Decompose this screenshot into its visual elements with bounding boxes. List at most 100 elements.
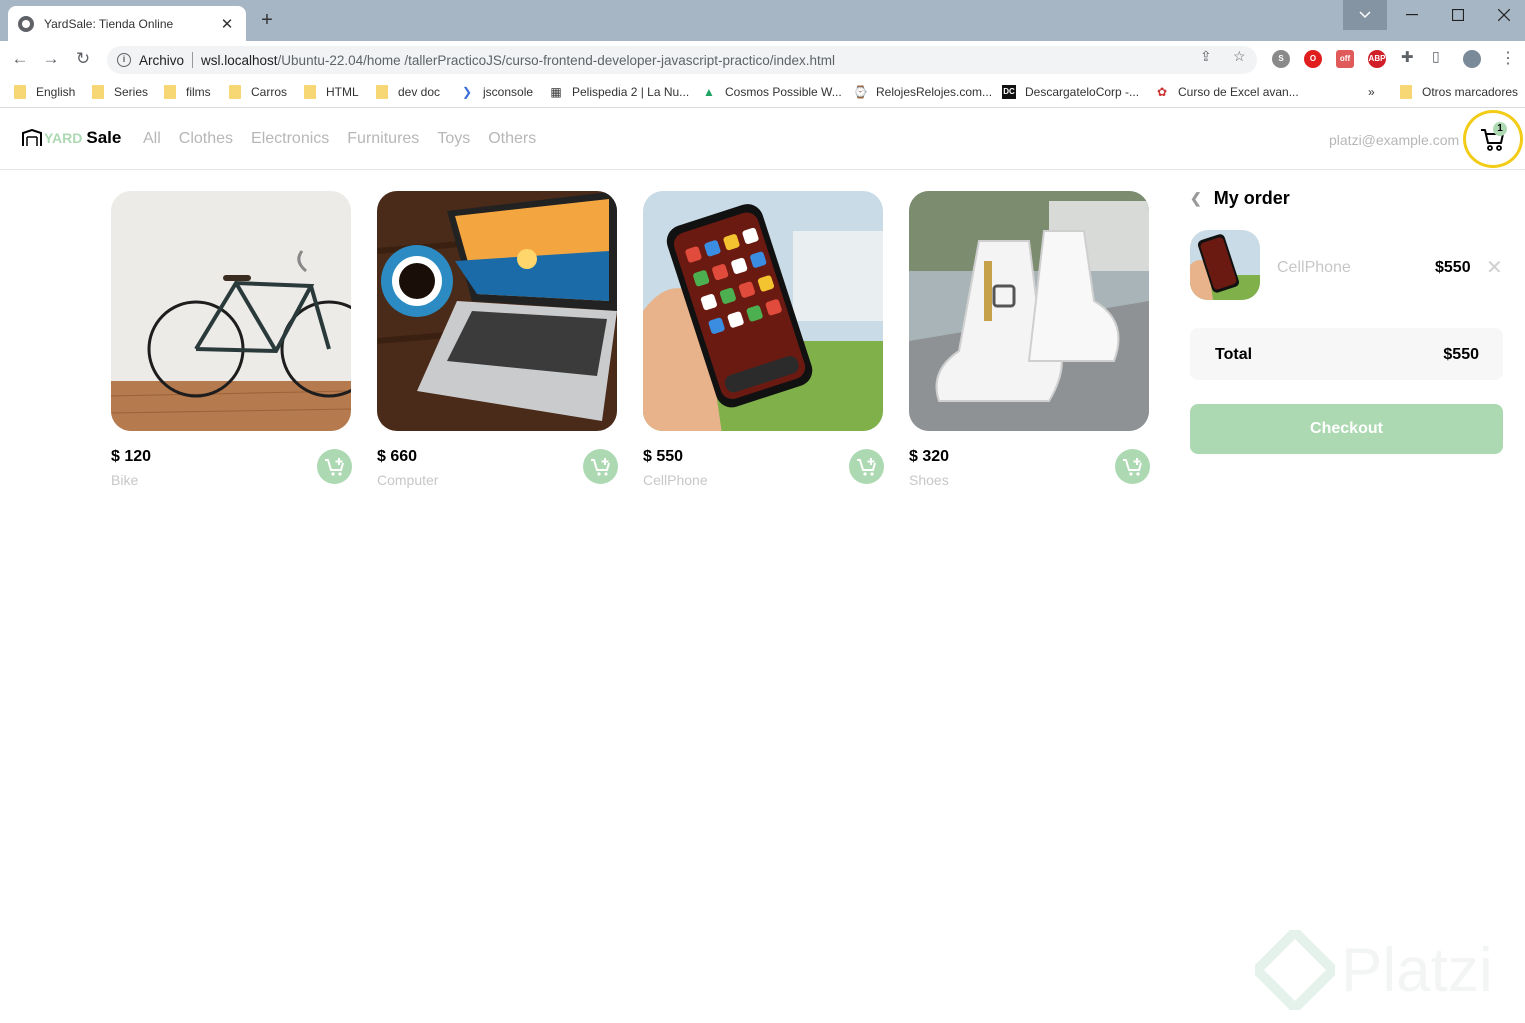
watch-icon: ⌚ xyxy=(853,85,868,99)
my-order-header: ❮ My order xyxy=(1190,188,1503,209)
add-to-cart-icon xyxy=(591,458,610,476)
bookmark-item[interactable]: dev doc xyxy=(376,83,440,101)
maximize-button[interactable] xyxy=(1435,0,1481,30)
bookmark-label: RelojesRelojes.com... xyxy=(876,85,993,99)
chevron-left-icon[interactable]: ❮ xyxy=(1190,190,1202,207)
address-bar[interactable]: i Archivo wsl.localhost /Ubuntu-22.04/ho… xyxy=(107,46,1257,74)
platzi-watermark: Platzi xyxy=(1255,930,1493,1010)
nav-link-electronics[interactable]: Electronics xyxy=(251,130,329,148)
folder-icon xyxy=(14,85,26,99)
product-name: Shoes xyxy=(909,472,949,488)
bookmark-item[interactable]: ❯ jsconsole xyxy=(460,83,533,101)
minimize-button[interactable] xyxy=(1389,0,1435,30)
nav-link-clothes[interactable]: Clothes xyxy=(179,130,233,148)
product-price: $ 660 xyxy=(377,448,418,465)
bookmark-item[interactable]: English xyxy=(14,83,75,101)
product-price: $ 550 xyxy=(643,448,684,465)
folder-icon xyxy=(164,85,176,99)
other-bookmarks[interactable]: Otros marcadores xyxy=(1400,83,1518,101)
extensions-puzzle-icon[interactable]: ✚ xyxy=(1401,48,1414,66)
product-image-computer[interactable] xyxy=(377,191,617,431)
product-image-shoes[interactable] xyxy=(909,191,1149,431)
forward-arrow-icon[interactable]: → xyxy=(41,49,61,69)
logo-sale: Sale xyxy=(86,128,122,147)
extension-abp-icon[interactable]: ABP xyxy=(1368,50,1386,68)
product-card: $ 660 Computer xyxy=(377,191,618,488)
url-path: /Ubuntu-22.04/home /tallerPracticoJS/cur… xyxy=(277,52,836,68)
extension-flag-icon[interactable]: off xyxy=(1336,50,1354,68)
order-item-thumbnail xyxy=(1190,230,1260,300)
bookmark-item[interactable]: ▦ Pelispedia 2 | La Nu... xyxy=(549,83,689,101)
tab-title: YardSale: Tienda Online xyxy=(44,16,174,31)
bookmark-item[interactable]: HTML xyxy=(304,83,359,101)
folder-icon xyxy=(376,85,388,99)
cart-button[interactable]: 1 xyxy=(1463,110,1523,168)
checkout-button[interactable]: Checkout xyxy=(1190,404,1503,454)
tab-close-icon[interactable]: ✕ xyxy=(218,15,236,33)
product-image-bike[interactable] xyxy=(111,191,351,431)
url-scheme: Archivo xyxy=(139,52,185,68)
share-icon[interactable]: ⇪ xyxy=(1200,48,1212,65)
bookmark-label: HTML xyxy=(326,85,359,99)
browser-toolbar: ← → ↻ i Archivo wsl.localhost /Ubuntu-22… xyxy=(0,41,1525,77)
add-to-cart-button[interactable] xyxy=(849,449,884,484)
nav-link-furnitures[interactable]: Furnitures xyxy=(347,130,419,148)
chevron-icon: ❯ xyxy=(461,85,473,99)
order-total: Total $550 xyxy=(1190,328,1503,380)
new-tab-button[interactable]: + xyxy=(257,10,277,30)
product-card: $ 120 Bike xyxy=(111,191,352,488)
watermark-text: Platzi xyxy=(1341,935,1493,1005)
nav-link-toys[interactable]: Toys xyxy=(437,130,470,148)
bookmarks-overflow-button[interactable]: » xyxy=(1368,83,1375,101)
bookmark-item[interactable]: ▲ Cosmos Possible W... xyxy=(702,83,842,101)
reload-icon[interactable]: ↻ xyxy=(73,49,93,69)
bookmark-label: dev doc xyxy=(398,85,441,99)
bookmark-item[interactable]: Series xyxy=(92,83,148,101)
order-item: CellPhone $550 ✕ xyxy=(1190,230,1503,300)
bookmark-label: films xyxy=(186,85,211,99)
bookmark-label: Series xyxy=(114,85,149,99)
product-card: $ 320 Shoes xyxy=(909,191,1150,488)
close-window-button[interactable] xyxy=(1481,0,1525,30)
site-navbar: YARD Sale All Clothes Electronics Furnit… xyxy=(0,108,1525,170)
bookmark-label: Carros xyxy=(251,85,288,99)
bookmark-item[interactable]: films xyxy=(164,83,211,101)
user-email[interactable]: platzi@example.com xyxy=(1329,132,1463,148)
side-panel-icon[interactable]: ▯ xyxy=(1432,48,1440,65)
bookmark-item[interactable]: ⌚ RelojesRelojes.com... xyxy=(853,83,992,101)
nav-link-all[interactable]: All xyxy=(143,130,161,148)
nav-link-others[interactable]: Others xyxy=(488,130,536,148)
bookmark-item[interactable]: ✿ Curso de Excel avan... xyxy=(1155,83,1299,101)
extension-opera-icon[interactable]: O xyxy=(1304,50,1322,68)
bookmark-item[interactable]: DC DescargateloCorp -... xyxy=(1002,83,1139,101)
extension-s-icon[interactable]: S xyxy=(1272,50,1290,68)
logo[interactable]: YARD Sale xyxy=(22,128,121,148)
product-name: CellPhone xyxy=(643,472,708,488)
folder-icon xyxy=(92,85,104,99)
remove-item-icon[interactable]: ✕ xyxy=(1486,255,1503,280)
my-order-title: My order xyxy=(1213,188,1290,208)
page: YARD Sale All Clothes Electronics Furnit… xyxy=(0,108,1525,1023)
category-nav: All Clothes Electronics Furnitures Toys … xyxy=(143,130,554,148)
menu-kebab-icon[interactable]: ⋮ xyxy=(1500,48,1516,68)
add-to-cart-button[interactable] xyxy=(317,449,352,484)
add-to-cart-icon xyxy=(1123,458,1142,476)
bookmark-label: Cosmos Possible W... xyxy=(725,85,842,99)
tab-search-icon[interactable] xyxy=(1343,0,1387,30)
info-icon[interactable]: i xyxy=(117,53,131,67)
profile-avatar-icon[interactable] xyxy=(1463,50,1481,68)
product-image-cellphone[interactable] xyxy=(643,191,883,431)
excel-course-icon: ✿ xyxy=(1156,85,1168,99)
total-value: $550 xyxy=(1443,346,1479,363)
film-icon: ▦ xyxy=(550,85,562,99)
bookmark-star-icon[interactable]: ☆ xyxy=(1233,48,1246,65)
browser-tab[interactable]: YardSale: Tienda Online ✕ xyxy=(8,6,246,41)
bookmark-item[interactable]: Carros xyxy=(229,83,287,101)
add-to-cart-button[interactable] xyxy=(583,449,618,484)
add-to-cart-button[interactable] xyxy=(1115,449,1150,484)
add-to-cart-icon xyxy=(857,458,876,476)
cart-count-badge: 1 xyxy=(1493,122,1507,136)
back-arrow-icon[interactable]: ← xyxy=(10,49,30,69)
bookmark-label: English xyxy=(36,85,76,99)
bookmarks-bar: English Series films Carros HTML dev doc… xyxy=(0,77,1525,108)
